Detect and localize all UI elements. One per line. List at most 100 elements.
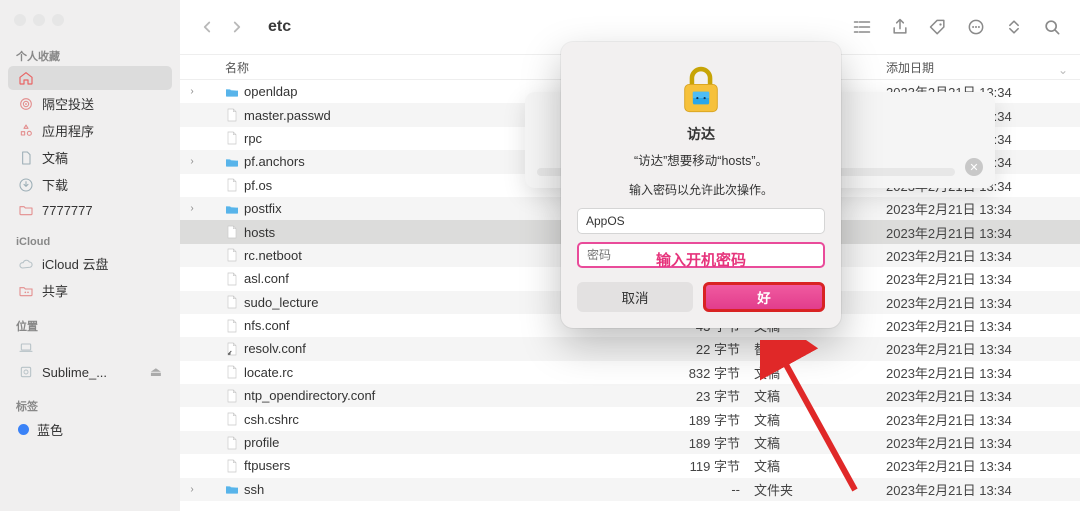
- password-input[interactable]: [577, 242, 825, 268]
- sidebar-item-fav-1[interactable]: 隔空投送: [8, 90, 172, 117]
- file-name: ntp_opendirectory.conf: [244, 388, 375, 403]
- window-traffic-lights: [8, 10, 172, 44]
- file-name: hosts: [244, 225, 275, 240]
- sidebar-item-label: 共享: [42, 281, 68, 300]
- minimize-window-button[interactable]: [33, 14, 45, 26]
- laptop-icon: [18, 340, 34, 356]
- disclosure-triangle[interactable]: ›: [186, 156, 198, 167]
- file-icon: [224, 177, 240, 193]
- file-icon: [224, 224, 240, 240]
- nav-back-button[interactable]: [194, 14, 220, 40]
- file-kind: 文稿: [748, 456, 880, 475]
- file-name: pf.os: [244, 178, 272, 193]
- sidebar-tag-0[interactable]: 蓝色: [8, 416, 172, 443]
- file-size: 832 字节: [678, 363, 748, 382]
- file-date: 2023年2月21日 13:34: [880, 293, 1080, 312]
- apps-icon: [18, 123, 34, 139]
- disclosure-triangle[interactable]: ›: [186, 484, 198, 495]
- sidebar-item-icloud-1[interactable]: 共享: [8, 277, 172, 304]
- sidebar-item-label: 下载: [42, 175, 68, 194]
- close-window-button[interactable]: [14, 14, 26, 26]
- file-kind: 文件夹: [748, 480, 880, 499]
- finder-window: 个人收藏 隔空投送应用程序文稿下载7777777 iCloud iCloud 云…: [0, 0, 1080, 511]
- file-date: 2023年2月21日 13:34: [880, 363, 1080, 382]
- file-date: 2023年2月21日 13:34: [880, 316, 1080, 335]
- sidebar-item-fav-3[interactable]: 文稿: [8, 144, 172, 171]
- file-name: asl.conf: [244, 271, 289, 286]
- file-icon: [224, 364, 240, 380]
- column-date[interactable]: 添加日期⌄: [880, 59, 1080, 76]
- disclosure-triangle[interactable]: ›: [186, 203, 198, 214]
- file-row[interactable]: › ssh -- 文件夹 2023年2月21日 13:34: [180, 478, 1080, 501]
- file-date: 2023年2月21日 13:34: [880, 269, 1080, 288]
- file-icon: [224, 411, 240, 427]
- sidebar-item-icloud-0[interactable]: iCloud 云盘: [8, 250, 172, 277]
- sidebar-item-label: Sublime_...: [42, 365, 107, 380]
- file-date: 2023年2月21日 13:34: [880, 339, 1080, 358]
- file-icon: [224, 458, 240, 474]
- file-name: ftpusers: [244, 458, 290, 473]
- sidebar-item-fav-2[interactable]: 应用程序: [8, 117, 172, 144]
- nav-forward-button[interactable]: [224, 14, 250, 40]
- disk-icon: [18, 364, 34, 380]
- sidebar-item-label: 应用程序: [42, 121, 94, 140]
- airdrop-icon: [18, 96, 34, 112]
- shared-icon: [18, 283, 34, 299]
- download-icon: [18, 177, 34, 193]
- file-row[interactable]: ntp_opendirectory.conf 23 字节 文稿 2023年2月2…: [180, 384, 1080, 407]
- tags-button[interactable]: [924, 13, 952, 41]
- file-icon: [224, 318, 240, 334]
- folder-icon: [18, 202, 34, 218]
- sidebar-item-label: 隔空投送: [42, 94, 94, 113]
- cancel-progress-button[interactable]: ✕: [965, 158, 983, 176]
- search-button[interactable]: [1038, 13, 1066, 41]
- sidebar-section-icloud: iCloud: [8, 232, 172, 250]
- disclosure-triangle[interactable]: ›: [186, 86, 198, 97]
- eject-icon[interactable]: ⏏: [150, 364, 162, 380]
- cloud-icon: [18, 256, 34, 272]
- file-row[interactable]: resolv.conf 22 字节 替身 2023年2月21日 13:34: [180, 337, 1080, 360]
- username-input[interactable]: [577, 208, 825, 234]
- file-name: postfix: [244, 201, 282, 216]
- file-icon: [224, 247, 240, 263]
- sidebar-item-fav-4[interactable]: 下载: [8, 171, 172, 198]
- share-button[interactable]: [886, 13, 914, 41]
- file-kind: 文稿: [748, 363, 880, 382]
- sidebar-item-fav-5[interactable]: 7777777: [8, 198, 172, 222]
- sidebar-item-fav-0[interactable]: [8, 66, 172, 90]
- ok-button[interactable]: 好: [703, 282, 825, 312]
- file-name: pf.anchors: [244, 154, 305, 169]
- file-size: 23 字节: [678, 386, 748, 405]
- file-name: resolv.conf: [244, 341, 306, 356]
- file-date: 2023年2月21日 13:34: [880, 386, 1080, 405]
- main-pane: etc 名称 种类 添加日期⌄ › openldap 2023年2月21日 13…: [180, 0, 1080, 511]
- file-size: 22 字节: [678, 339, 748, 358]
- sidebar-item-loc-1[interactable]: Sublime_... ⏏: [8, 360, 172, 384]
- sidebar-item-label: 蓝色: [37, 420, 63, 439]
- file-kind: 文稿: [748, 386, 880, 405]
- file-name: locate.rc: [244, 365, 293, 380]
- file-name: rc.netboot: [244, 248, 302, 263]
- doc-icon: [18, 150, 34, 166]
- view-options-button[interactable]: [848, 13, 876, 41]
- sidebar-item-loc-0[interactable]: [8, 336, 172, 360]
- cancel-button[interactable]: 取消: [577, 282, 693, 312]
- chevron-down-icon: ⌄: [1058, 63, 1068, 77]
- folder-icon: [224, 201, 240, 217]
- file-date: 2023年2月21日 13:34: [880, 410, 1080, 429]
- sidebar-item-label: 7777777: [42, 203, 93, 218]
- file-icon: [224, 271, 240, 287]
- file-row[interactable]: ftpusers 119 字节 文稿 2023年2月21日 13:34: [180, 454, 1080, 477]
- file-row[interactable]: locate.rc 832 字节 文稿 2023年2月21日 13:34: [180, 361, 1080, 384]
- zoom-window-button[interactable]: [52, 14, 64, 26]
- action-menu-button[interactable]: [962, 13, 990, 41]
- lock-icon: [672, 60, 730, 118]
- file-name: nfs.conf: [244, 318, 290, 333]
- folder-icon: [224, 481, 240, 497]
- dialog-message: “访达”想要移动“hosts”。: [577, 150, 825, 169]
- file-name: csh.cshrc: [244, 412, 299, 427]
- file-icon: [224, 294, 240, 310]
- file-row[interactable]: csh.cshrc 189 字节 文稿 2023年2月21日 13:34: [180, 407, 1080, 430]
- file-row[interactable]: profile 189 字节 文稿 2023年2月21日 13:34: [180, 431, 1080, 454]
- expand-button[interactable]: [1000, 13, 1028, 41]
